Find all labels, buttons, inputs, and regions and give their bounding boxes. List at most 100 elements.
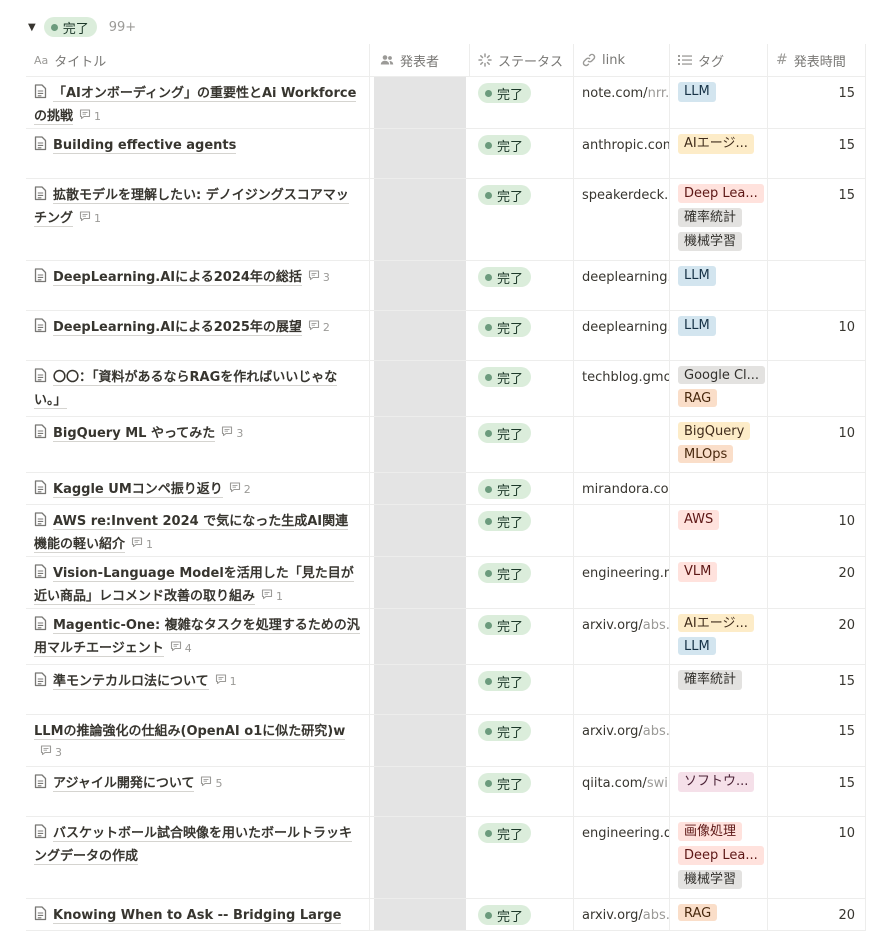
time-cell[interactable]: 15: [768, 665, 866, 714]
link-cell[interactable]: deeplearning.a: [574, 311, 670, 360]
table-row[interactable]: Building effective agents 完了 anthropic.com…: [26, 129, 866, 179]
time-cell[interactable]: 15: [768, 179, 866, 260]
page-title-link[interactable]: Building effective agents: [53, 138, 237, 154]
time-cell[interactable]: 10: [768, 311, 866, 360]
page-title-link[interactable]: AWS re:Invent 2024 で気になった生成AI関連機能の軽い紹介: [34, 514, 349, 553]
presenter-cell[interactable]: [370, 899, 470, 930]
title-cell[interactable]: 〇〇：「資料があるならRAGを作ればいいじゃない。」: [26, 361, 370, 416]
status-cell[interactable]: 完了: [470, 129, 574, 178]
status-cell[interactable]: 完了: [470, 715, 574, 766]
table-row[interactable]: 「AIオンボーディング」の重要性とAi Workforceの挑戦 1 完了 note.…: [26, 77, 866, 129]
title-cell[interactable]: バスケットボール試合映像を用いたボールトラッキングデータの作成: [26, 817, 370, 898]
link-path[interactable]: nrr...: [648, 86, 669, 101]
table-row[interactable]: DeepLearning.AIによる2024年の総括 3 完了 deeplearnin…: [26, 261, 866, 311]
link-cell[interactable]: deeplearning.a: [574, 261, 670, 310]
presenter-cell[interactable]: [370, 361, 470, 416]
status-cell[interactable]: 完了: [470, 767, 574, 816]
column-header-tags[interactable]: タグ: [670, 44, 768, 76]
link-cell[interactable]: qiita.com/swi...: [574, 767, 670, 816]
presenter-cell[interactable]: [370, 311, 470, 360]
table-row[interactable]: AWS re:Invent 2024 で気になった生成AI関連機能の軽い紹介 1 完…: [26, 505, 866, 557]
table-row[interactable]: アジャイル開発について 5 完了 qiita.com/swi... ソフトウ... 15: [26, 767, 866, 817]
status-cell[interactable]: 完了: [470, 473, 574, 504]
table-row[interactable]: DeepLearning.AIによる2025年の展望 2 完了 deeplearnin…: [26, 311, 866, 361]
link-cell[interactable]: arxiv.org/abs...: [574, 609, 670, 664]
presenter-cell[interactable]: [370, 817, 470, 898]
page-title-link[interactable]: LLMの推論強化の仕組み(OpenAI o1に似た研究)w: [34, 724, 346, 740]
title-cell[interactable]: Knowing When to Ask -- Bridging Large: [26, 899, 370, 930]
time-cell[interactable]: 15: [768, 129, 866, 178]
link-domain[interactable]: techblog.gmo-: [582, 370, 669, 385]
title-cell[interactable]: AWS re:Invent 2024 で気になった生成AI関連機能の軽い紹介 1: [26, 505, 370, 556]
table-row[interactable]: 拡散モデルを理解したい: デノイジングスコアマッチング 1 完了 speakerdec…: [26, 179, 866, 261]
link-cell[interactable]: [574, 417, 670, 472]
time-cell[interactable]: 10: [768, 417, 866, 472]
status-cell[interactable]: 完了: [470, 261, 574, 310]
link-domain[interactable]: engineering.m: [582, 566, 669, 581]
presenter-cell[interactable]: [370, 715, 470, 766]
link-cell[interactable]: speakerdeck.c: [574, 179, 670, 260]
link-domain[interactable]: deeplearning.a: [582, 270, 669, 285]
table-row[interactable]: LLMの推論強化の仕組み(OpenAI o1に似た研究)w 3 完了 arxiv.or…: [26, 715, 866, 767]
page-title-link[interactable]: Magentic-One: 複雑なタスクを処理するための汎用マルチエージェント: [34, 618, 360, 657]
time-cell[interactable]: 10: [768, 817, 866, 898]
presenter-cell[interactable]: [370, 665, 470, 714]
time-cell[interactable]: 20: [768, 557, 866, 608]
page-title-link[interactable]: 準モンテカルロ法について: [53, 674, 209, 690]
link-cell[interactable]: engineering.m: [574, 557, 670, 608]
link-domain[interactable]: anthropic.com: [582, 138, 669, 153]
link-domain[interactable]: note.com/: [582, 86, 648, 101]
page-title-link[interactable]: 〇〇：「資料があるならRAGを作ればいいじゃない。」: [34, 370, 338, 409]
title-cell[interactable]: Magentic-One: 複雑なタスクを処理するための汎用マルチエージェント 4: [26, 609, 370, 664]
status-cell[interactable]: 完了: [470, 665, 574, 714]
status-cell[interactable]: 完了: [470, 817, 574, 898]
title-cell[interactable]: 拡散モデルを理解したい: デノイジングスコアマッチング 1: [26, 179, 370, 260]
link-path[interactable]: swi...: [647, 776, 669, 791]
status-cell[interactable]: 完了: [470, 557, 574, 608]
page-title-link[interactable]: Vision-Language Modelを活用した「見た目が近い商品」レコメン…: [34, 566, 354, 605]
page-title-link[interactable]: バスケットボール試合映像を用いたボールトラッキングデータの作成: [34, 826, 353, 865]
tags-cell[interactable]: [670, 715, 768, 766]
page-title-link[interactable]: Knowing When to Ask -- Bridging Large: [53, 908, 342, 924]
link-cell[interactable]: arxiv.org/abs...: [574, 899, 670, 930]
link-cell[interactable]: mirandora.com: [574, 473, 670, 504]
table-row[interactable]: BigQuery ML やってみた 3 完了 BigQuery MLOps 10: [26, 417, 866, 473]
comment-count[interactable]: 1: [131, 534, 153, 555]
status-cell[interactable]: 完了: [470, 311, 574, 360]
title-cell[interactable]: LLMの推論強化の仕組み(OpenAI o1に似た研究)w 3: [26, 715, 370, 766]
status-cell[interactable]: 完了: [470, 505, 574, 556]
presenter-cell[interactable]: [370, 129, 470, 178]
presenter-cell[interactable]: [370, 505, 470, 556]
link-cell[interactable]: [574, 665, 670, 714]
title-cell[interactable]: BigQuery ML やってみた 3: [26, 417, 370, 472]
table-row[interactable]: Knowing When to Ask -- Bridging Large 完了 a…: [26, 899, 866, 931]
time-cell[interactable]: 20: [768, 899, 866, 930]
title-cell[interactable]: DeepLearning.AIによる2024年の総括 3: [26, 261, 370, 310]
link-cell[interactable]: anthropic.com: [574, 129, 670, 178]
link-path[interactable]: abs...: [643, 724, 669, 739]
link-cell[interactable]: [574, 505, 670, 556]
presenter-cell[interactable]: [370, 473, 470, 504]
time-cell[interactable]: 20: [768, 609, 866, 664]
tags-cell[interactable]: Google Cl... RAG: [670, 361, 768, 416]
tags-cell[interactable]: ソフトウ...: [670, 767, 768, 816]
time-cell[interactable]: 15: [768, 77, 866, 128]
table-row[interactable]: Magentic-One: 複雑なタスクを処理するための汎用マルチエージェント 4…: [26, 609, 866, 665]
tags-cell[interactable]: AIエージ... LLM: [670, 609, 768, 664]
title-cell[interactable]: Kaggle UMコンペ振り返り 2: [26, 473, 370, 504]
comment-count[interactable]: 5: [200, 773, 222, 794]
status-cell[interactable]: 完了: [470, 417, 574, 472]
tags-cell[interactable]: AIエージ...: [670, 129, 768, 178]
time-cell[interactable]: [768, 473, 866, 504]
column-header-title[interactable]: Aa タイトル: [26, 44, 370, 76]
status-cell[interactable]: 完了: [470, 179, 574, 260]
status-cell[interactable]: 完了: [470, 609, 574, 664]
status-cell[interactable]: 完了: [470, 361, 574, 416]
comment-count[interactable]: 2: [229, 479, 251, 500]
tags-cell[interactable]: AWS: [670, 505, 768, 556]
presenter-cell[interactable]: [370, 417, 470, 472]
tags-cell[interactable]: BigQuery MLOps: [670, 417, 768, 472]
time-cell[interactable]: 15: [768, 715, 866, 766]
link-domain[interactable]: arxiv.org/: [582, 908, 643, 923]
table-row[interactable]: バスケットボール試合映像を用いたボールトラッキングデータの作成 完了 enginee…: [26, 817, 866, 899]
